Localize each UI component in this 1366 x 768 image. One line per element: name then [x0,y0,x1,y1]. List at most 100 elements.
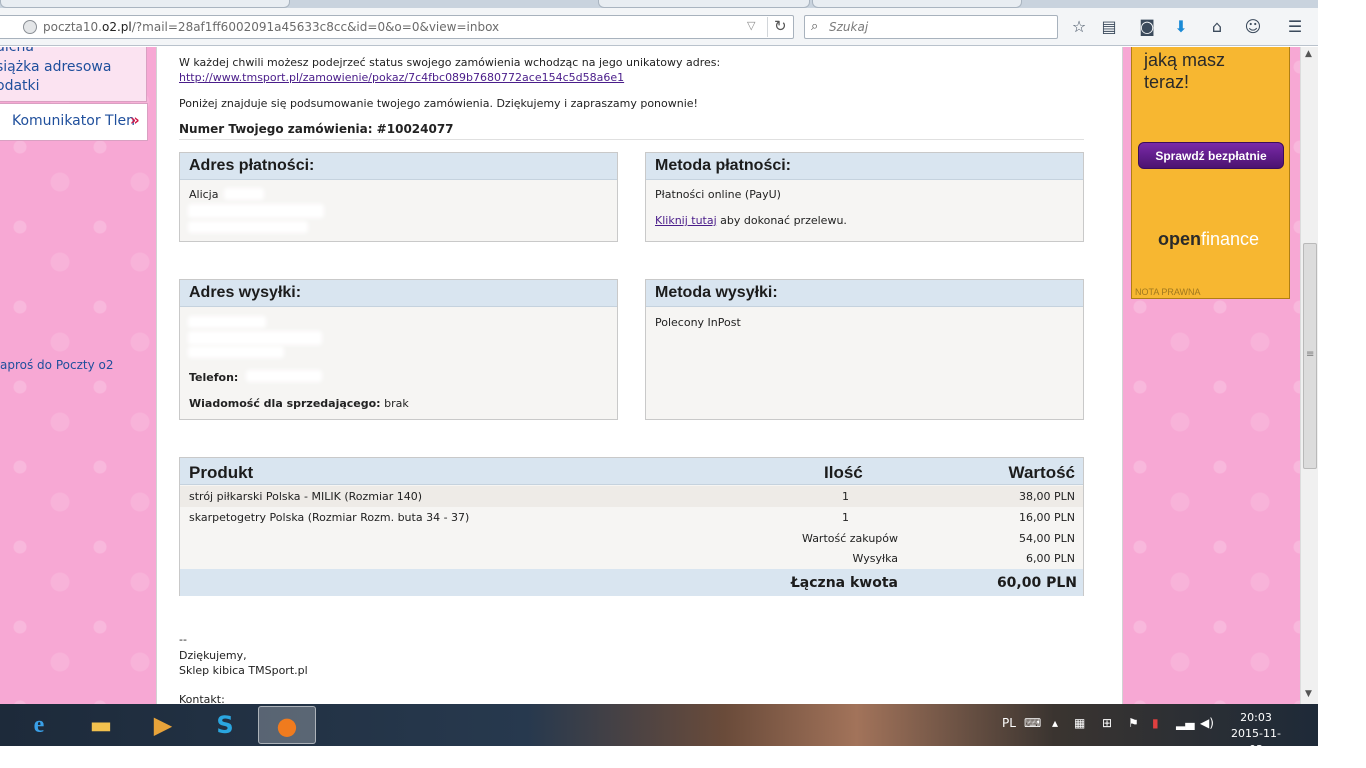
open-finance-logo: openfinance [1158,229,1260,249]
legal-note-link[interactable]: NOTA PRAWNA [1135,287,1201,297]
screen-bottom-margin [0,746,1366,768]
bookmarks-list-icon[interactable]: ▤ [1098,16,1120,38]
file-explorer-icon[interactable]: ▬ [72,706,130,744]
redacted-block [188,316,266,328]
tab-strip [0,0,1318,8]
address-url[interactable]: poczta10.o2.pl/?mail=28af1ff6002091a4563… [43,20,499,34]
ad-headline: jaką masz teraz! [1144,50,1226,93]
mail-folder-panel: dicha siążka adresowa odatki [0,47,147,102]
invite-link[interactable]: aproś do Poczty o2 [0,358,113,372]
scroll-up-icon[interactable]: ▲ [1305,49,1312,59]
pay-now-link[interactable]: Kliknij tutaj [655,214,717,227]
battery-icon[interactable]: ▮ [1152,716,1159,730]
shipping-method-title: Metoda wysyłki: [646,280,1083,307]
tab-inactive[interactable] [598,0,810,8]
shipping-method-box: Metoda wysyłki: Polecony InPost [645,279,1084,420]
scroll-down-icon[interactable]: ▼ [1305,689,1312,699]
media-player-icon[interactable]: ▶ [134,706,192,744]
product-value: 16,00 PLN [1019,511,1075,524]
globe-icon [23,20,37,34]
products-table: Produkt Ilość Wartość strój piłkarski Po… [179,457,1084,596]
table-row: skarpetogetry Polska (Rozmiar Rozm. buta… [180,507,1083,528]
product-qty: 1 [842,490,849,503]
redacted-block [188,331,322,345]
address-bar[interactable]: poczta10.o2.pl/?mail=28af1ff6002091a4563… [0,15,794,39]
tray-expand-icon[interactable]: ▴ [1052,716,1058,730]
total-label: Łączna kwota [790,575,898,591]
sidebar-item-folder[interactable]: dicha [0,47,34,55]
signature-thanks: Dziękujemy, [179,649,247,662]
product-name: strój piłkarski Polska - MILIK (Rozmiar … [189,490,423,503]
search-icon: ⌕ [811,19,819,34]
column-header-product: Produkt [189,463,254,482]
sidebar-item-addressbook[interactable]: siążka adresowa [0,59,111,75]
download-icon[interactable]: ⬇ [1170,16,1192,38]
shipping-method-value: Polecony InPost [655,316,741,329]
ad-line1: jaką masz [1144,50,1226,70]
order-number: Numer Twojego zamówienia: #10024077 [179,122,454,136]
chevron-down-icon[interactable]: ▽ [747,19,755,32]
language-indicator[interactable]: PL [1002,716,1016,730]
network-signal-icon[interactable]: ▂▄ [1176,716,1194,730]
firefox-icon[interactable]: ● [258,706,316,744]
payment-method-value: Płatności online (PayU) [655,188,781,201]
volume-icon[interactable]: ◀) [1200,716,1214,730]
shipping-address-title: Adres wysyłki: [180,280,617,307]
tab-inactive[interactable] [812,0,1022,8]
tab-active[interactable] [0,0,290,8]
clock-time: 20:03 [1240,711,1272,724]
ad-line2: teraz! [1144,72,1190,92]
subtotal-value: 54,00 PLN [1019,532,1075,545]
payment-method-box: Metoda płatności: Płatności online (PayU… [645,152,1084,242]
redacted-block [188,221,308,233]
table-row: strój piłkarski Polska - MILIK (Rozmiar … [180,486,1083,507]
search-input[interactable]: ⌕ Szukaj [804,15,1058,39]
advertisement-banner[interactable]: jaką masz teraz! Sprawdź bezpłatnie open… [1131,47,1290,299]
total-value: 60,00 PLN [996,575,1077,591]
search-placeholder: Szukaj [829,20,869,34]
komunikator-label: Komunikator Tlen [12,113,135,129]
phone-label: Telefon: [189,371,239,384]
total-row: Łączna kwota 60,00 PLN [180,569,1083,596]
reload-icon[interactable]: ↻ [767,17,787,37]
product-qty: 1 [842,511,849,524]
web-page: dicha siążka adresowa odatki Komunikator… [0,47,1300,704]
skype-icon[interactable]: S [196,706,254,744]
column-header-value: Wartość [1008,463,1075,482]
shipping-address-box: Adres wysyłki: Telefon: Wiadomość dla sp… [179,279,618,420]
pay-now-suffix: aby dokonać przelewu. [716,214,847,227]
internet-explorer-icon[interactable]: e [10,706,68,744]
action-center-flag-icon[interactable]: ⚑ [1128,716,1139,730]
keyboard-icon[interactable]: ⌨ [1024,716,1041,730]
ad-check-free-button[interactable]: Sprawdź bezpłatnie [1138,142,1284,169]
billing-address-box: Adres płatności: Alicja [179,152,618,242]
shipping-cost-row: Wysyłka 6,00 PLN [180,548,1083,569]
column-header-qty: Ilość [824,463,863,482]
billing-name: Alicja [189,188,219,201]
double-arrow-icon: » [130,111,140,129]
payment-method-title: Metoda płatności: [646,153,1083,180]
komunikator-tlen-link[interactable]: Komunikator Tlen » [0,103,148,141]
menu-icon[interactable]: ☰ [1284,16,1306,38]
home-icon[interactable]: ⌂ [1206,16,1228,38]
signature-shop: Sklep kibica TMSport.pl [179,664,308,677]
bookmark-star-icon[interactable]: ☆ [1068,16,1090,38]
pocket-icon[interactable]: ◙ [1136,16,1158,38]
page-scrollbar[interactable]: ▲ ≡ ▼ [1300,47,1318,704]
app-tray-icon[interactable]: ▦ [1074,716,1085,730]
browser-navbar: poczta10.o2.pl/?mail=28af1ff6002091a4563… [0,8,1318,46]
order-status-link[interactable]: http://www.tmsport.pl/zamowienie/pokaz/7… [179,71,624,84]
signature-contact: Kontakt: [179,693,225,704]
chat-icon[interactable]: ☺ [1242,16,1264,38]
redacted-block [188,204,324,218]
subtotal-row: Wartość zakupów 54,00 PLN [180,528,1083,549]
shipping-cost-label: Wysyłka [852,552,898,565]
redacted-block [246,370,322,382]
mail-content: W każdej chwili możesz podejrzeć status … [156,47,1123,704]
windows-taskbar: e ▬ ▶ S ● PL ⌨ ▴ ▦ ⊞ ⚑ ▮ ▂▄ ◀) 20:03 201… [0,704,1318,756]
message-value: brak [384,397,409,410]
windows-flag-icon[interactable]: ⊞ [1102,716,1112,730]
sidebar-item-extras[interactable]: odatki [0,78,40,94]
subtotal-label: Wartość zakupów [802,532,898,545]
message-label: Wiadomość dla sprzedającego: [189,397,381,410]
